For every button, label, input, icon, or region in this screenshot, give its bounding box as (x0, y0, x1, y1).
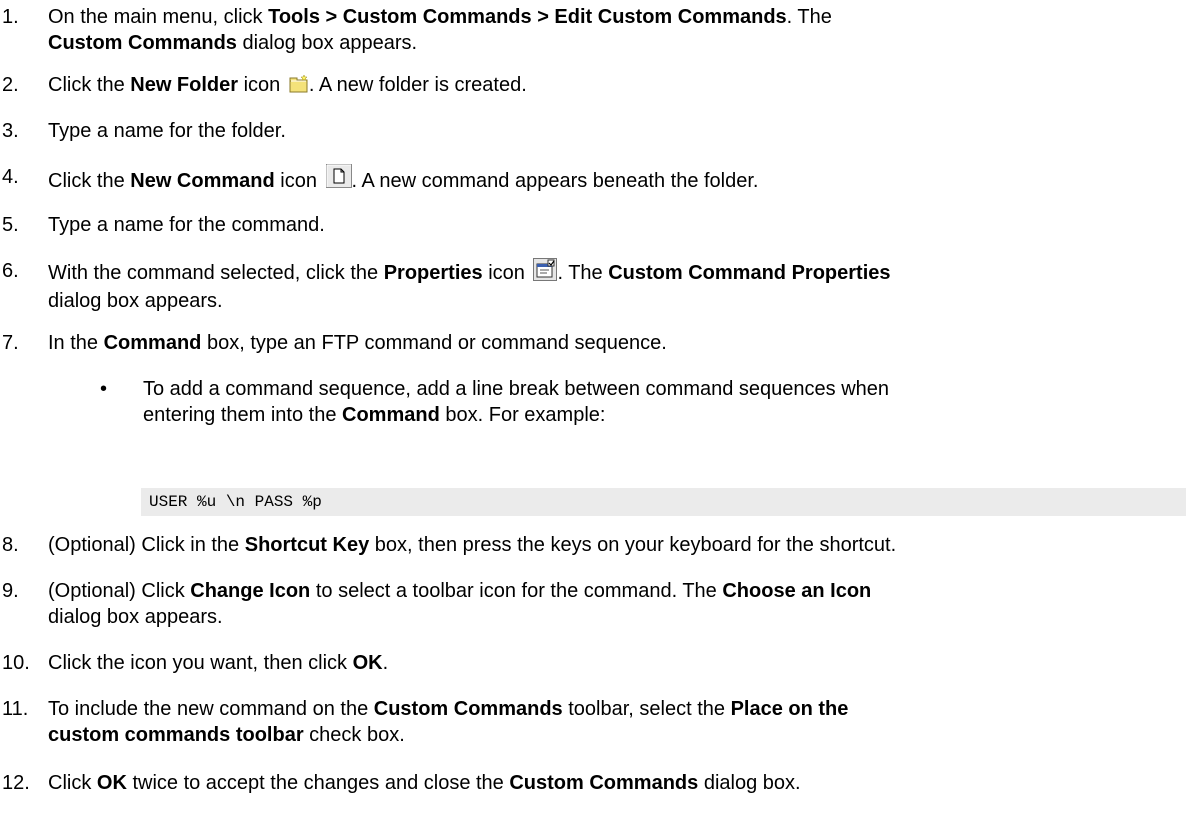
text-run: (Optional) Click (48, 580, 191, 602)
step-text: With the command selected, click the Pro… (48, 258, 1178, 314)
step-number: 8. (2, 534, 19, 556)
text-run: . A new folder is created. (308, 74, 527, 96)
dialog-name: Custom Commands (48, 32, 237, 54)
step-text: Click OK twice to accept the changes and… (48, 770, 1178, 796)
text-run: (Optional) Click in the (48, 534, 245, 556)
step-text: Click the icon you want, then click OK. (48, 650, 1178, 676)
text-run: Click the (48, 74, 131, 96)
ui-term: OK (96, 772, 127, 794)
step-text: In the Command box, type an FTP command … (48, 330, 1178, 356)
step-text: Click the New Command icon . A new comma… (48, 164, 1178, 195)
text-run: Click the (48, 170, 131, 192)
code-example: USER %u \n PASS %p (141, 488, 1186, 516)
text-run: icon (482, 262, 531, 284)
ui-term: Change Icon (190, 580, 311, 602)
ui-term: OK (352, 652, 383, 674)
text-run: dialog box. (698, 772, 801, 794)
new-command-icon (325, 164, 352, 195)
step-number: 10. (2, 652, 30, 674)
step-text: Type a name for the command. (48, 214, 325, 236)
ui-term: Shortcut Key (244, 534, 370, 556)
step-number: 3. (2, 120, 19, 142)
text-run: icon (238, 74, 286, 96)
dialog-name: Choose an Icon (722, 580, 872, 602)
step-number: 7. (2, 332, 19, 354)
ui-term: Custom Commands (373, 698, 563, 720)
text-run: check box. (303, 724, 405, 746)
text-run: On the main menu, click (48, 6, 269, 28)
bullet-dot: • (100, 378, 108, 400)
step-text: Type a name for the folder. (48, 120, 286, 142)
text-run: entering them into the (143, 404, 343, 426)
text-run: dialog box appears. (48, 606, 223, 628)
step-number: 5. (2, 214, 19, 236)
text-run: dialog box appears. (48, 290, 223, 312)
step-number: 2. (2, 74, 19, 96)
text-run: . The (557, 262, 609, 284)
text-run: twice to accept the changes and close th… (126, 772, 510, 794)
text-run: toolbar, select the (562, 698, 731, 720)
step-number: 1. (2, 6, 19, 28)
step-number: 6. (2, 260, 19, 282)
new-folder-icon (289, 74, 309, 101)
ui-term: Command (342, 404, 440, 426)
text-run: . A new command appears beneath the fold… (351, 170, 759, 192)
step-number: 11. (2, 698, 29, 720)
step-text: Click the New Folder icon . A new folder… (48, 72, 1178, 101)
ui-term: New Folder (130, 74, 239, 96)
step-number: 4. (2, 166, 19, 188)
step-number: 9. (2, 580, 19, 602)
text-run: To add a command sequence, add a line br… (143, 378, 890, 400)
text-run: Click (48, 772, 97, 794)
text-run: to select a toolbar icon for the command… (310, 580, 723, 602)
properties-icon (533, 258, 558, 288)
step-number: 12. (2, 772, 30, 794)
text-run: dialog box appears. (236, 32, 418, 54)
dialog-name: Custom Command Properties (608, 262, 891, 284)
text-run: box, then press the keys on your keyboar… (369, 534, 897, 556)
step-text: On the main menu, click Tools > Custom C… (48, 4, 1178, 56)
ui-term: Custom Commands (509, 772, 699, 794)
bullet-text: To add a command sequence, add a line br… (143, 376, 1173, 428)
text-run: . (382, 652, 389, 674)
ui-term: New Command (130, 170, 275, 192)
menu-path: Tools > Custom Commands > Edit Custom Co… (268, 6, 787, 28)
text-run: To include the new command on the (48, 698, 374, 720)
step-text: (Optional) Click in the Shortcut Key box… (48, 532, 1178, 558)
ui-term: Properties (383, 262, 483, 284)
ui-term: Command (103, 332, 202, 354)
text-run: Click the icon you want, then click (48, 652, 353, 674)
text-run: icon (274, 170, 323, 192)
text-run: box, type an FTP command or command sequ… (201, 332, 667, 354)
text-run: box. For example: (439, 404, 606, 426)
ui-term: Place on the (730, 698, 849, 720)
step-text: To include the new command on the Custom… (48, 696, 1178, 748)
text-run: . The (786, 6, 832, 28)
text-run: In the (48, 332, 104, 354)
text-run: With the command selected, click the (48, 262, 384, 284)
step-text: (Optional) Click Change Icon to select a… (48, 578, 1178, 630)
ui-term: custom commands toolbar (48, 724, 304, 746)
